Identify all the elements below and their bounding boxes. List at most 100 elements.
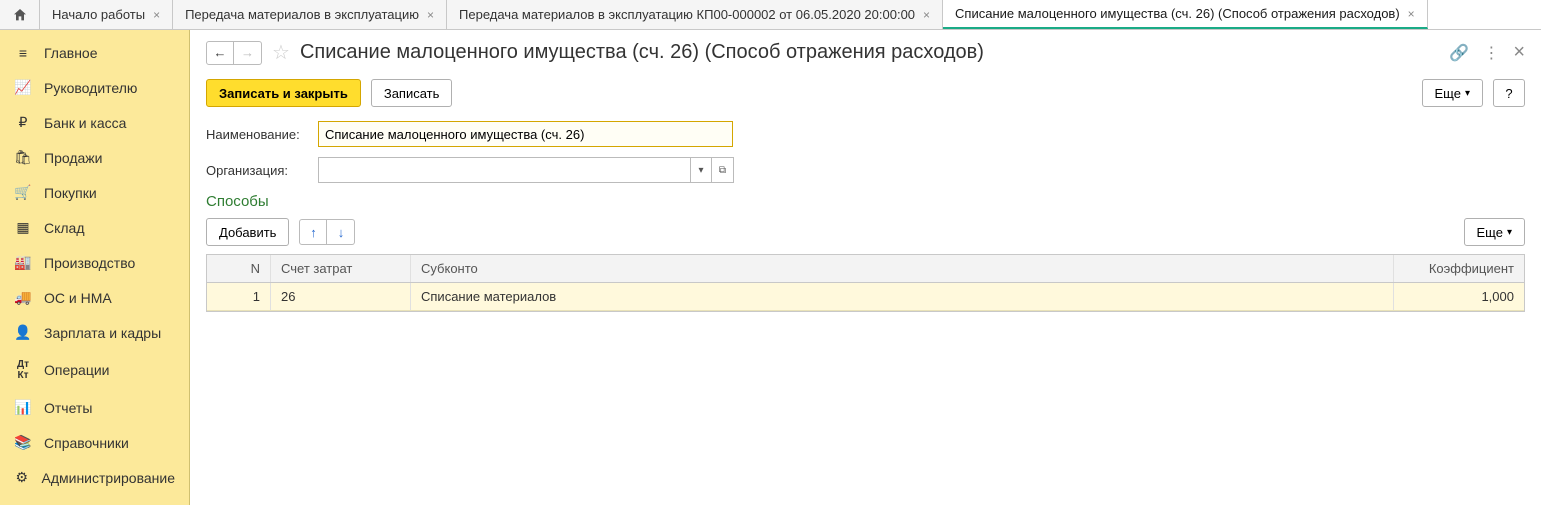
dropdown-icon: ▾ — [1465, 88, 1470, 99]
close-form-icon[interactable]: × — [1513, 41, 1525, 64]
move-up-button[interactable]: ↑ — [299, 219, 327, 245]
tab-close-icon[interactable]: × — [427, 8, 434, 22]
sidebar-item-bank[interactable]: ₽ Банк и касса — [0, 105, 189, 140]
truck-icon: 🚚 — [14, 289, 32, 306]
sidebar-item-label: Главное — [44, 45, 98, 61]
ruble-icon: ₽ — [14, 114, 32, 131]
person-icon: 👤 — [14, 324, 32, 341]
tab-label: Списание малоценного имущества (сч. 26) … — [955, 6, 1400, 21]
org-open-button[interactable]: ⧉ — [712, 157, 734, 183]
sidebar-item-assets[interactable]: 🚚 ОС и НМА — [0, 280, 189, 315]
table-row[interactable]: 1 26 Списание материалов 1,000 — [207, 283, 1524, 311]
add-row-button[interactable]: Добавить — [206, 218, 289, 246]
sidebar-item-main[interactable]: ≡ Главное — [0, 36, 189, 70]
arrow-right-icon: → — [241, 45, 254, 60]
sidebar-item-label: Операции — [44, 362, 110, 378]
sidebar-item-label: Продажи — [44, 150, 102, 166]
more-button[interactable]: Еще ▾ — [1422, 79, 1483, 107]
form-row-org: Организация: ▾ ⧉ — [206, 157, 1525, 183]
main-area: ← → ☆ Списание малоценного имущества (сч… — [190, 30, 1541, 505]
tab-transfer-doc[interactable]: Передача материалов в эксплуатацию КП00-… — [447, 0, 943, 29]
table-toolbar: Добавить ↑ ↓ Еще ▾ — [206, 218, 1525, 246]
factory-icon: 🏭 — [14, 254, 32, 271]
move-down-button[interactable]: ↓ — [327, 219, 355, 245]
dtkt-icon: ДтКт — [14, 359, 32, 381]
tab-close-icon[interactable]: × — [153, 8, 160, 22]
sidebar-item-operations[interactable]: ДтКт Операции — [0, 350, 189, 390]
sidebar-item-purchases[interactable]: 🛒 Покупки — [0, 175, 189, 210]
back-button[interactable]: ← — [206, 41, 234, 65]
tab-label: Начало работы — [52, 7, 145, 22]
arrow-left-icon: ← — [214, 45, 227, 60]
boxes-icon: ▦ — [14, 219, 32, 236]
tab-transfer-list[interactable]: Передача материалов в эксплуатацию × — [173, 0, 447, 29]
col-header-n[interactable]: N — [207, 255, 271, 282]
sidebar-item-label: Производство — [44, 255, 135, 271]
page-title: Списание малоценного имущества (сч. 26) … — [300, 41, 1439, 64]
menu-icon: ≡ — [14, 45, 32, 61]
more-label: Еще — [1435, 86, 1461, 101]
save-button[interactable]: Записать — [371, 79, 453, 107]
table-more-button[interactable]: Еще ▾ — [1464, 218, 1525, 246]
org-combo: ▾ ⧉ — [318, 157, 734, 183]
name-label: Наименование: — [206, 127, 310, 142]
cell-n: 1 — [207, 283, 271, 310]
col-header-account[interactable]: Счет затрат — [271, 255, 411, 282]
sidebar-item-sales[interactable]: 🛍 Продажи — [0, 140, 189, 175]
org-dropdown-button[interactable]: ▾ — [690, 157, 712, 183]
more-label: Еще — [1477, 225, 1503, 240]
tab-close-icon[interactable]: × — [1408, 7, 1415, 21]
sidebar-item-label: Администрирование — [42, 470, 176, 486]
move-buttons: ↑ ↓ — [299, 219, 355, 245]
tab-label: Передача материалов в эксплуатацию — [185, 7, 419, 22]
tab-bar: Начало работы × Передача материалов в эк… — [0, 0, 1541, 30]
chart-icon: 📈 — [14, 79, 32, 96]
cell-coef: 1,000 — [1394, 283, 1524, 310]
home-button[interactable] — [0, 0, 40, 29]
tab-close-icon[interactable]: × — [923, 8, 930, 22]
methods-table: N Счет затрат Субконто Коэффициент 1 26 … — [206, 254, 1525, 312]
forward-button[interactable]: → — [234, 41, 262, 65]
more-menu-icon[interactable]: ⋮ — [1483, 43, 1499, 63]
save-close-button[interactable]: Записать и закрыть — [206, 79, 361, 107]
name-input[interactable] — [318, 121, 733, 147]
arrow-down-icon: ↓ — [338, 225, 345, 240]
title-right-tools: 🔗 ⋮ × — [1449, 41, 1525, 64]
link-icon[interactable]: 🔗 — [1449, 43, 1469, 63]
sidebar-item-label: Склад — [44, 220, 85, 236]
cart-icon: 🛒 — [14, 184, 32, 201]
sidebar-item-label: Зарплата и кадры — [44, 325, 161, 341]
nav-buttons: ← → — [206, 41, 262, 65]
sidebar-item-label: Руководителю — [44, 80, 137, 96]
sidebar-item-label: Банк и касса — [44, 115, 126, 131]
gear-icon: ⚙ — [14, 469, 30, 486]
sidebar-item-reports[interactable]: 📊 Отчеты — [0, 390, 189, 425]
bag-icon: 🛍 — [14, 149, 32, 166]
book-icon: 📚 — [14, 434, 32, 451]
sidebar-item-admin[interactable]: ⚙ Администрирование — [0, 460, 189, 495]
command-bar: Записать и закрыть Записать Еще ▾ ? — [206, 79, 1525, 107]
favorite-star-icon[interactable]: ☆ — [272, 40, 290, 65]
help-button[interactable]: ? — [1493, 79, 1525, 107]
org-label: Организация: — [206, 163, 310, 178]
sidebar-item-warehouse[interactable]: ▦ Склад — [0, 210, 189, 245]
open-external-icon: ⧉ — [719, 165, 726, 176]
sidebar-item-label: Отчеты — [44, 400, 92, 416]
sidebar-item-hr[interactable]: 👤 Зарплата и кадры — [0, 315, 189, 350]
sidebar-item-manager[interactable]: 📈 Руководителю — [0, 70, 189, 105]
dropdown-icon: ▾ — [698, 165, 703, 176]
table-header: N Счет затрат Субконто Коэффициент — [207, 255, 1524, 283]
tab-writeoff-method[interactable]: Списание малоценного имущества (сч. 26) … — [943, 0, 1428, 29]
bars-icon: 📊 — [14, 399, 32, 416]
col-header-coef[interactable]: Коэффициент — [1394, 255, 1524, 282]
col-header-subconto[interactable]: Субконто — [411, 255, 1394, 282]
tab-start[interactable]: Начало работы × — [40, 0, 173, 29]
cell-subconto: Списание материалов — [411, 283, 1394, 310]
title-bar: ← → ☆ Списание малоценного имущества (сч… — [206, 40, 1525, 65]
sidebar-item-production[interactable]: 🏭 Производство — [0, 245, 189, 280]
sidebar-item-catalogs[interactable]: 📚 Справочники — [0, 425, 189, 460]
section-title: Способы — [206, 193, 1525, 210]
org-input[interactable] — [318, 157, 690, 183]
form-row-name: Наименование: — [206, 121, 1525, 147]
sidebar-item-label: Справочники — [44, 435, 129, 451]
